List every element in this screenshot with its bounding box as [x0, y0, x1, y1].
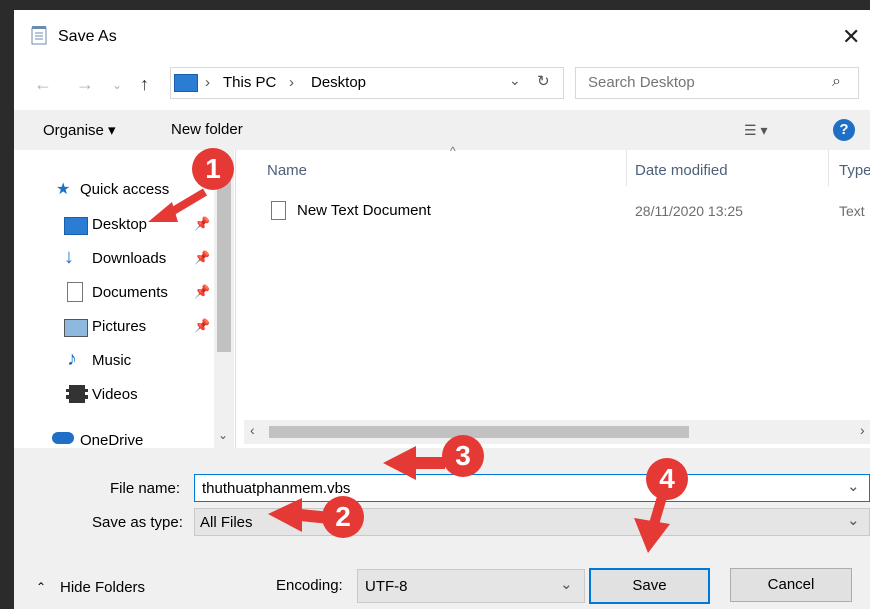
annotation-arrowhead-1 — [148, 202, 178, 222]
annotation-arrowhead-4 — [634, 518, 670, 553]
annotation-badge-4: 4 — [646, 458, 688, 500]
annotation-arrows — [148, 188, 670, 553]
annotation-arrowhead-3 — [383, 446, 416, 480]
annotation-badge-3: 3 — [442, 435, 484, 477]
annotation-arrowhead-2 — [268, 498, 302, 532]
annotation-badge-2: 2 — [322, 496, 364, 538]
annotation-arrow-4 — [649, 495, 667, 526]
annotation-badge-1: 1 — [192, 148, 234, 190]
